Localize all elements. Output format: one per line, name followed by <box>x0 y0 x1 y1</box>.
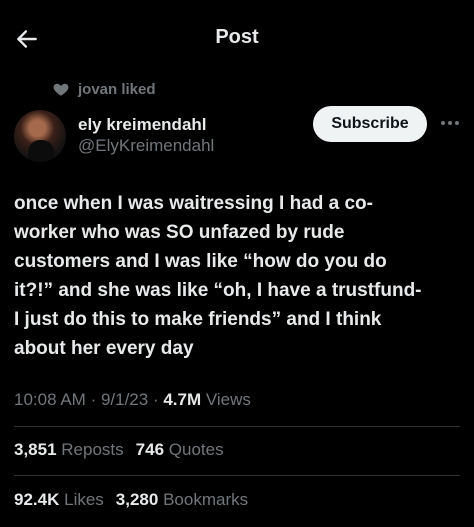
more-options-button[interactable] <box>436 108 464 138</box>
bookmarks-label: Bookmarks <box>163 490 249 509</box>
engagement-row-2: 92.4K Likes 3,280 Bookmarks <box>14 490 248 510</box>
quotes-label: Quotes <box>168 440 224 459</box>
reposts-stat[interactable]: 3,851 Reposts <box>14 440 124 460</box>
subscribe-button[interactable]: Subscribe <box>313 106 427 142</box>
likes-count: 92.4K <box>14 490 60 509</box>
divider <box>14 475 460 476</box>
likes-label: Likes <box>64 490 104 509</box>
quotes-count: 746 <box>135 440 165 459</box>
likes-stat[interactable]: 92.4K Likes <box>14 490 104 510</box>
bookmarks-stat[interactable]: 3,280 Bookmarks <box>116 490 248 510</box>
tweet-date[interactable]: 9/1/23 <box>101 390 148 409</box>
avatar[interactable] <box>14 110 66 162</box>
top-bar: Post <box>0 0 474 76</box>
divider <box>14 426 460 427</box>
page-title: Post <box>215 26 259 48</box>
author-handle[interactable]: @ElyKreimendahl <box>78 136 214 156</box>
tweet-meta: 10:08 AM · 9/1/23 · 4.7M Views <box>14 390 251 409</box>
quotes-stat[interactable]: 746 Quotes <box>136 440 224 460</box>
heart-icon <box>53 83 69 96</box>
views-label: Views <box>205 390 251 409</box>
reposts-count: 3,851 <box>14 440 57 459</box>
views-count: 4.7M <box>163 390 202 409</box>
social-context[interactable]: jovan liked <box>52 79 156 99</box>
tweet-text: once when I was waitressing I had a co- … <box>14 193 422 359</box>
engagement-row-1: 3,851 Reposts 746 Quotes <box>14 440 224 460</box>
author-name[interactable]: ely kreimendahl <box>78 115 207 135</box>
tweet-time[interactable]: 10:08 AM <box>14 390 86 409</box>
bookmarks-count: 3,280 <box>115 490 159 509</box>
more-horizontal-icon <box>441 121 445 125</box>
reposts-label: Reposts <box>61 440 124 459</box>
social-context-text: jovan liked <box>78 80 156 98</box>
